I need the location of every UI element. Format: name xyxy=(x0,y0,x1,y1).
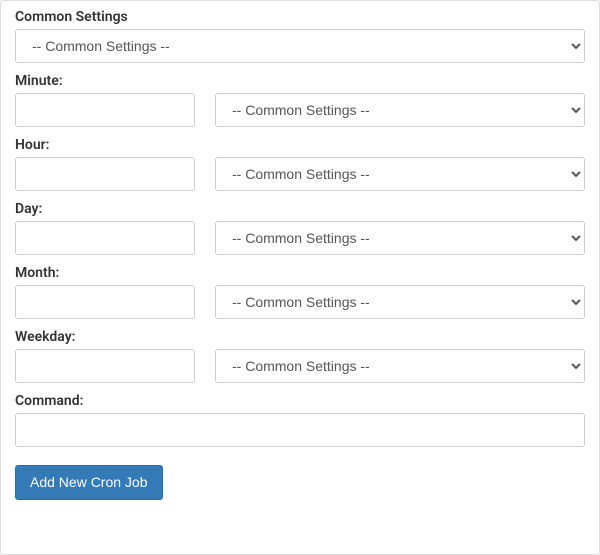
command-label: Command: xyxy=(15,393,585,409)
common-settings-select[interactable]: -- Common Settings -- xyxy=(15,29,585,63)
minute-label: Minute: xyxy=(15,73,585,89)
day-label: Day: xyxy=(15,201,585,217)
day-row: -- Common Settings -- xyxy=(15,221,585,255)
minute-input[interactable] xyxy=(15,93,195,127)
day-preset-select[interactable]: -- Common Settings -- xyxy=(215,221,585,255)
month-input[interactable] xyxy=(15,285,195,319)
hour-preset-select[interactable]: -- Common Settings -- xyxy=(215,157,585,191)
month-row: -- Common Settings -- xyxy=(15,285,585,319)
cron-settings-panel: Common Settings -- Common Settings -- Mi… xyxy=(0,0,600,555)
add-cron-job-button[interactable]: Add New Cron Job xyxy=(15,465,163,500)
command-input[interactable] xyxy=(15,413,585,447)
weekday-label: Weekday: xyxy=(15,329,585,345)
hour-input[interactable] xyxy=(15,157,195,191)
common-settings-label: Common Settings xyxy=(15,9,585,25)
weekday-input[interactable] xyxy=(15,349,195,383)
minute-row: -- Common Settings -- xyxy=(15,93,585,127)
minute-preset-select[interactable]: -- Common Settings -- xyxy=(215,93,585,127)
month-label: Month: xyxy=(15,265,585,281)
weekday-preset-select[interactable]: -- Common Settings -- xyxy=(215,349,585,383)
hour-label: Hour: xyxy=(15,137,585,153)
month-preset-select[interactable]: -- Common Settings -- xyxy=(215,285,585,319)
day-input[interactable] xyxy=(15,221,195,255)
weekday-row: -- Common Settings -- xyxy=(15,349,585,383)
hour-row: -- Common Settings -- xyxy=(15,157,585,191)
